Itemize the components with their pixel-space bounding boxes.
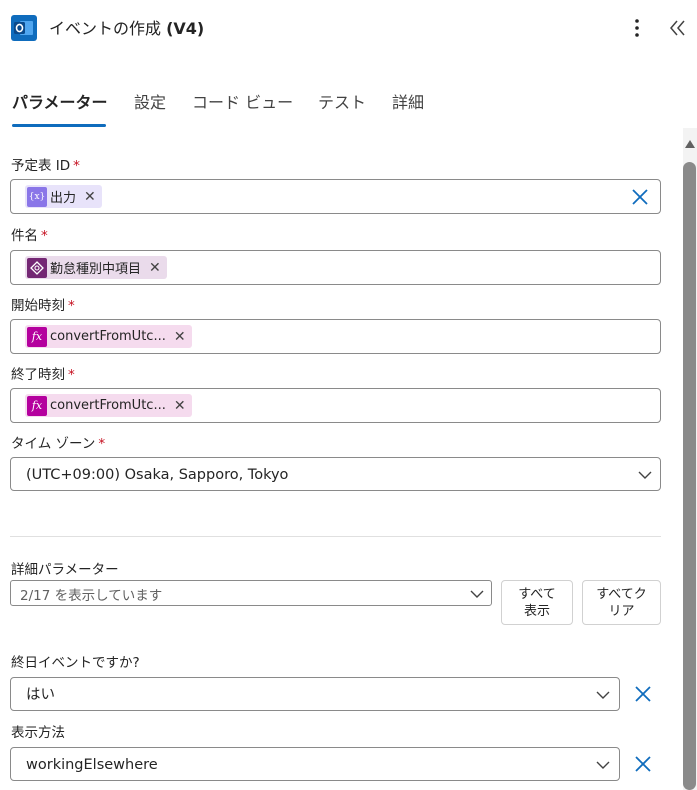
show-all-button[interactable]: すべて 表示: [501, 580, 573, 625]
outlook-icon: [11, 15, 37, 41]
advanced-parameters-value: 2/17 を表示しています: [20, 588, 163, 604]
start-time-field[interactable]: fx convertFromUtc... ✕: [10, 319, 661, 354]
all-day-label: 終日イベントですか?: [11, 655, 140, 671]
time-zone-label: タイム ゾーン *: [11, 436, 106, 452]
remove-token-icon[interactable]: ✕: [174, 398, 186, 414]
section-divider: [10, 536, 661, 537]
chevron-down-icon: [638, 471, 652, 479]
token-label: 勤怠種別中項目: [50, 262, 142, 277]
page-title: イベントの作成 (V4): [49, 19, 205, 38]
panel-header: イベントの作成 (V4): [0, 0, 697, 58]
scrollbar-thumb[interactable]: [683, 162, 696, 790]
active-tab-indicator: [12, 124, 106, 127]
calendar-id-token[interactable]: {x} 出力 ✕: [25, 185, 102, 208]
expression-variable-icon: {x}: [27, 186, 47, 207]
remove-token-icon[interactable]: ✕: [149, 260, 161, 276]
token-label: convertFromUtc...: [50, 398, 166, 413]
token-label: convertFromUtc...: [50, 329, 166, 344]
tab-details[interactable]: 詳細: [392, 93, 424, 113]
end-time-label: 終了時刻 *: [11, 367, 75, 383]
show-as-label: 表示方法: [11, 725, 65, 741]
time-zone-select[interactable]: (UTC+09:00) Osaka, Sapporo, Tokyo: [10, 457, 661, 491]
token-label: 出力: [50, 191, 77, 206]
subject-label: 件名 *: [11, 228, 48, 244]
tab-settings[interactable]: 設定: [134, 93, 166, 113]
function-fx-icon: fx: [27, 395, 47, 416]
tab-test[interactable]: テスト: [318, 93, 366, 113]
start-time-token[interactable]: fx convertFromUtc... ✕: [25, 325, 192, 348]
clear-field-icon[interactable]: [634, 755, 652, 773]
chevron-down-icon: [470, 590, 484, 598]
tab-code-view[interactable]: コード ビュー: [192, 93, 293, 113]
time-zone-value: (UTC+09:00) Osaka, Sapporo, Tokyo: [26, 467, 289, 483]
chevron-double-left-icon[interactable]: [667, 17, 689, 39]
clear-field-icon[interactable]: [631, 188, 649, 206]
advanced-parameters-label: 詳細パラメーター: [11, 562, 119, 578]
tab-parameters[interactable]: パラメーター: [12, 93, 108, 113]
power-apps-icon: [27, 257, 47, 278]
calendar-id-label: 予定表 ID *: [11, 158, 80, 174]
all-day-select[interactable]: はい: [10, 677, 620, 711]
clear-field-icon[interactable]: [634, 685, 652, 703]
vertical-scrollbar[interactable]: [683, 128, 697, 790]
start-time-label: 開始時刻 *: [11, 298, 75, 314]
scroll-up-icon[interactable]: [685, 140, 695, 148]
chevron-down-icon: [596, 761, 610, 769]
end-time-field[interactable]: fx convertFromUtc... ✕: [10, 388, 661, 423]
function-fx-icon: fx: [27, 326, 47, 347]
show-as-select[interactable]: workingElsewhere: [10, 747, 620, 781]
show-as-value: workingElsewhere: [26, 757, 158, 773]
end-time-token[interactable]: fx convertFromUtc... ✕: [25, 394, 192, 417]
remove-token-icon[interactable]: ✕: [174, 329, 186, 345]
remove-token-icon[interactable]: ✕: [84, 189, 96, 205]
all-day-value: はい: [26, 687, 55, 703]
chevron-down-icon: [596, 691, 610, 699]
tab-list: パラメーター 設定 コード ビュー テスト 詳細: [0, 88, 697, 130]
more-vertical-icon[interactable]: [627, 15, 647, 41]
advanced-parameters-select[interactable]: 2/17 を表示しています: [10, 580, 492, 606]
subject-token[interactable]: 勤怠種別中項目 ✕: [25, 256, 167, 279]
calendar-id-field[interactable]: {x} 出力 ✕: [10, 179, 661, 214]
subject-field[interactable]: 勤怠種別中項目 ✕: [10, 250, 661, 285]
clear-all-button[interactable]: すべてク リア: [582, 580, 661, 625]
